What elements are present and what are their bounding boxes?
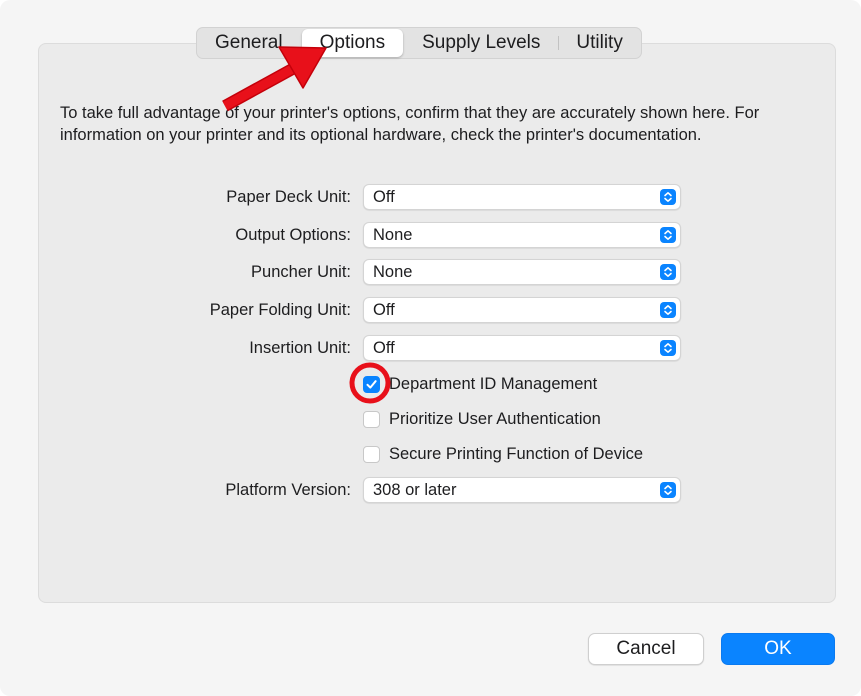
option-label: Platform Version: bbox=[225, 481, 351, 499]
platform-version-popup[interactable]: 308 or later bbox=[363, 477, 681, 503]
popup-stepper-icon bbox=[660, 264, 676, 280]
puncher-unit-popup[interactable]: None bbox=[363, 259, 681, 285]
prioritize-user-authentication-row[interactable]: Prioritize User Authentication bbox=[363, 408, 601, 430]
option-row-puncher-unit: Puncher Unit: None bbox=[0, 259, 861, 287]
checkbox-label: Secure Printing Function of Device bbox=[389, 444, 644, 463]
popup-stepper-icon bbox=[660, 302, 676, 318]
popup-stepper-icon bbox=[660, 340, 676, 356]
department-id-management-checkbox[interactable] bbox=[363, 375, 380, 393]
secure-printing-function-row[interactable]: Secure Printing Function of Device bbox=[363, 443, 643, 465]
paper-folding-unit-popup[interactable]: Off bbox=[363, 297, 681, 323]
popup-value: None bbox=[373, 226, 413, 244]
department-id-management-row[interactable]: Department ID Management bbox=[363, 373, 597, 395]
option-label: Output Options: bbox=[235, 226, 351, 244]
option-row-paper-folding-unit: Paper Folding Unit: Off bbox=[0, 297, 861, 325]
ok-button[interactable]: OK bbox=[721, 633, 835, 665]
tab-bar: General Options Supply Levels Utility bbox=[196, 27, 642, 59]
secure-printing-function-checkbox[interactable] bbox=[363, 445, 380, 463]
printer-options-dialog: General Options Supply Levels Utility To… bbox=[0, 0, 861, 696]
option-label: Paper Folding Unit: bbox=[209, 301, 351, 319]
popup-stepper-icon bbox=[660, 227, 676, 243]
popup-value: Off bbox=[373, 339, 395, 357]
prioritize-user-authentication-checkbox[interactable] bbox=[363, 410, 380, 428]
output-options-popup[interactable]: None bbox=[363, 222, 681, 248]
popup-value: Off bbox=[373, 301, 395, 319]
checkmark-icon bbox=[366, 379, 377, 389]
checkbox-label: Prioritize User Authentication bbox=[389, 409, 601, 428]
option-row-insertion-unit: Insertion Unit: Off bbox=[0, 335, 861, 363]
tab-options[interactable]: Options bbox=[301, 29, 404, 57]
tab-utility[interactable]: Utility bbox=[558, 28, 640, 58]
options-description: To take full advantage of your printer's… bbox=[60, 104, 760, 144]
option-row-platform-version: Platform Version: 308 or later bbox=[0, 477, 861, 505]
option-label: Paper Deck Unit: bbox=[226, 188, 351, 206]
popup-value: 308 or later bbox=[373, 481, 457, 499]
insertion-unit-popup[interactable]: Off bbox=[363, 335, 681, 361]
option-label: Insertion Unit: bbox=[249, 339, 351, 357]
popup-stepper-icon bbox=[660, 189, 676, 205]
tab-supply-levels[interactable]: Supply Levels bbox=[404, 28, 558, 58]
tab-general[interactable]: General bbox=[197, 28, 301, 58]
popup-value: Off bbox=[373, 188, 395, 206]
option-row-paper-deck-unit: Paper Deck Unit: Off bbox=[0, 184, 861, 212]
cancel-button[interactable]: Cancel bbox=[588, 633, 704, 665]
checkbox-label: Department ID Management bbox=[389, 374, 598, 393]
option-label: Puncher Unit: bbox=[251, 263, 351, 281]
option-row-output-options: Output Options: None bbox=[0, 222, 861, 250]
paper-deck-unit-popup[interactable]: Off bbox=[363, 184, 681, 210]
popup-value: None bbox=[373, 263, 413, 281]
popup-stepper-icon bbox=[660, 482, 676, 498]
